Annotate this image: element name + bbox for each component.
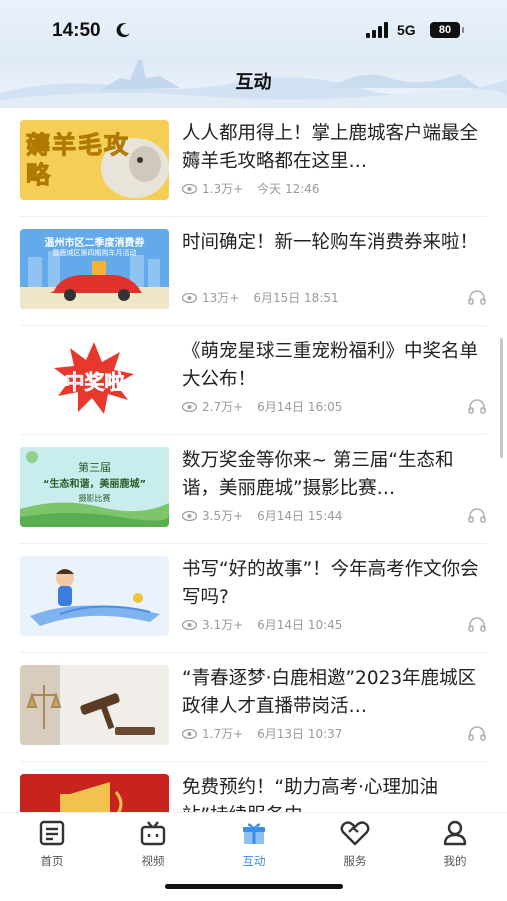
view-count: 1.3万+ [202, 182, 244, 196]
list-item[interactable]: 薅羊毛攻略 人人都用得上！掌上鹿城客户端最全薅羊毛攻略都在这里… 1.3万+ 今… [0, 108, 507, 217]
publish-date: 6月13日 10:37 [257, 727, 343, 741]
tab-label: 我的 [443, 854, 467, 868]
thumbnail-text: 薅羊毛攻略 [26, 131, 130, 190]
thumbnail-text: 中奖啦 [64, 370, 125, 395]
article-meta: 1.3万+ 今天 12:46 [182, 180, 320, 197]
thumbnail-text: 温州市区二季度消费券 [44, 238, 145, 249]
article-title[interactable]: 免费预约！“助力高考·心理加油站”持续服务中 [182, 774, 482, 812]
article-list[interactable]: 薅羊毛攻略 人人都用得上！掌上鹿城客户端最全薅羊毛攻略都在这里… 1.3万+ 今… [0, 108, 507, 812]
publish-date: 6月14日 10:45 [257, 618, 343, 632]
thumbnail-art [20, 774, 169, 812]
list-item[interactable]: 第三届 “生态和谐，美丽鹿城” 摄影比赛 数万奖金等你来~ 第三届“生态和谐，美… [0, 435, 507, 544]
thumbnail-subtext: 暨鹿城区第四期购车月活动 [52, 249, 137, 257]
eye-icon [182, 619, 197, 630]
article-meta: 2.7万+ 6月14日 16:05 [182, 398, 342, 415]
home-indicator[interactable] [165, 884, 343, 889]
article-thumbnail: 温州市区二季度消费券 暨鹿城区第四期购车月活动 [20, 229, 169, 309]
article-meta: 3.5万+ 6月14日 15:44 [182, 507, 342, 524]
eye-icon [182, 183, 197, 194]
service-icon [340, 821, 370, 846]
moon-icon [116, 23, 130, 38]
signal-icon [366, 22, 388, 38]
tab-video[interactable]: 视频 [113, 819, 193, 869]
headphone-icon[interactable] [468, 507, 486, 523]
article-thumbnail [20, 774, 169, 812]
battery-indicator: 80 [430, 22, 464, 38]
headphone-icon[interactable] [468, 616, 486, 632]
article-title[interactable]: 《萌宠星球三重宠粉福利》中奖名单大公布！ [182, 338, 482, 394]
thumbnail-caption: 摄影比赛 [78, 494, 111, 503]
article-title[interactable]: “青春逐梦·白鹿相邀”2023年鹿城区政律人才直播带岗活… [182, 665, 482, 721]
headphone-icon[interactable] [468, 725, 486, 741]
view-count: 13万+ [202, 291, 240, 305]
publish-date: 6月14日 16:05 [257, 400, 343, 414]
tab-service[interactable]: 服务 [315, 819, 395, 869]
view-count: 2.7万+ [202, 400, 244, 414]
tab-interact[interactable]: 互动 [214, 819, 294, 869]
article-thumbnail: 中奖啦 [20, 338, 169, 418]
tab-mine[interactable]: 我的 [415, 819, 495, 869]
list-item[interactable]: “青春逐梦·白鹿相邀”2023年鹿城区政律人才直播带岗活… 1.7万+ 6月13… [0, 653, 507, 762]
news-icon [39, 820, 65, 846]
thumbnail-subtext: “生态和谐，美丽鹿城” [42, 479, 147, 490]
article-title[interactable]: 时间确定！新一轮购车消费券来啦！ [182, 229, 482, 257]
view-count: 1.7万+ [202, 727, 244, 741]
network-type: 5G [397, 22, 416, 38]
eye-icon [182, 401, 197, 412]
tab-label: 互动 [242, 854, 266, 868]
list-item[interactable]: 中奖啦 《萌宠星球三重宠粉福利》中奖名单大公布！ 2.7万+ 6月14日 16:… [0, 326, 507, 435]
article-title[interactable]: 数万奖金等你来~ 第三届“生态和谐，美丽鹿城”摄影比赛… [182, 447, 482, 503]
tab-label: 服务 [343, 854, 367, 868]
user-icon [443, 820, 467, 846]
publish-date: 今天 12:46 [257, 182, 320, 196]
scrollbar[interactable] [500, 338, 503, 458]
status-time: 14:50 [52, 20, 101, 41]
article-title[interactable]: 书写“好的故事”！今年高考作文你会写吗? [182, 556, 482, 612]
tab-home[interactable]: 首页 [12, 819, 92, 869]
article-title[interactable]: 人人都用得上！掌上鹿城客户端最全薅羊毛攻略都在这里… [182, 120, 482, 176]
publish-date: 6月14日 15:44 [257, 509, 343, 523]
tv-icon [140, 821, 166, 846]
thumbnail-art [20, 556, 169, 636]
list-item[interactable]: 书写“好的故事”！今年高考作文你会写吗? 3.1万+ 6月14日 10:45 [0, 544, 507, 653]
article-meta: 3.1万+ 6月14日 10:45 [182, 616, 342, 633]
article-meta: 13万+ 6月15日 18:51 [182, 289, 339, 306]
article-thumbnail: 第三届 “生态和谐，美丽鹿城” 摄影比赛 [20, 447, 169, 527]
eye-icon [182, 728, 197, 739]
headphone-icon[interactable] [468, 289, 486, 305]
article-meta: 1.7万+ 6月13日 10:37 [182, 725, 342, 742]
eye-icon [182, 292, 197, 303]
thumbnail-text: 第三届 [78, 461, 111, 474]
page-title: 互动 [235, 72, 272, 93]
thumbnail-art [20, 665, 169, 745]
tab-label: 视频 [141, 854, 165, 868]
eye-icon [182, 510, 197, 521]
status-bar: 14:50 5G 80 [0, 0, 507, 60]
article-thumbnail: 薅羊毛攻略 [20, 120, 169, 200]
headphone-icon[interactable] [468, 398, 486, 414]
article-thumbnail [20, 556, 169, 636]
publish-date: 6月15日 18:51 [253, 291, 339, 305]
view-count: 3.1万+ [202, 618, 244, 632]
gift-icon [243, 823, 265, 844]
tab-label: 首页 [40, 854, 64, 868]
list-item[interactable]: 免费预约！“助力高考·心理加油站”持续服务中 [0, 762, 507, 812]
list-item[interactable]: 温州市区二季度消费券 暨鹿城区第四期购车月活动 时间确定！新一轮购车消费券来啦！… [0, 217, 507, 326]
view-count: 3.5万+ [202, 509, 244, 523]
article-thumbnail [20, 665, 169, 745]
